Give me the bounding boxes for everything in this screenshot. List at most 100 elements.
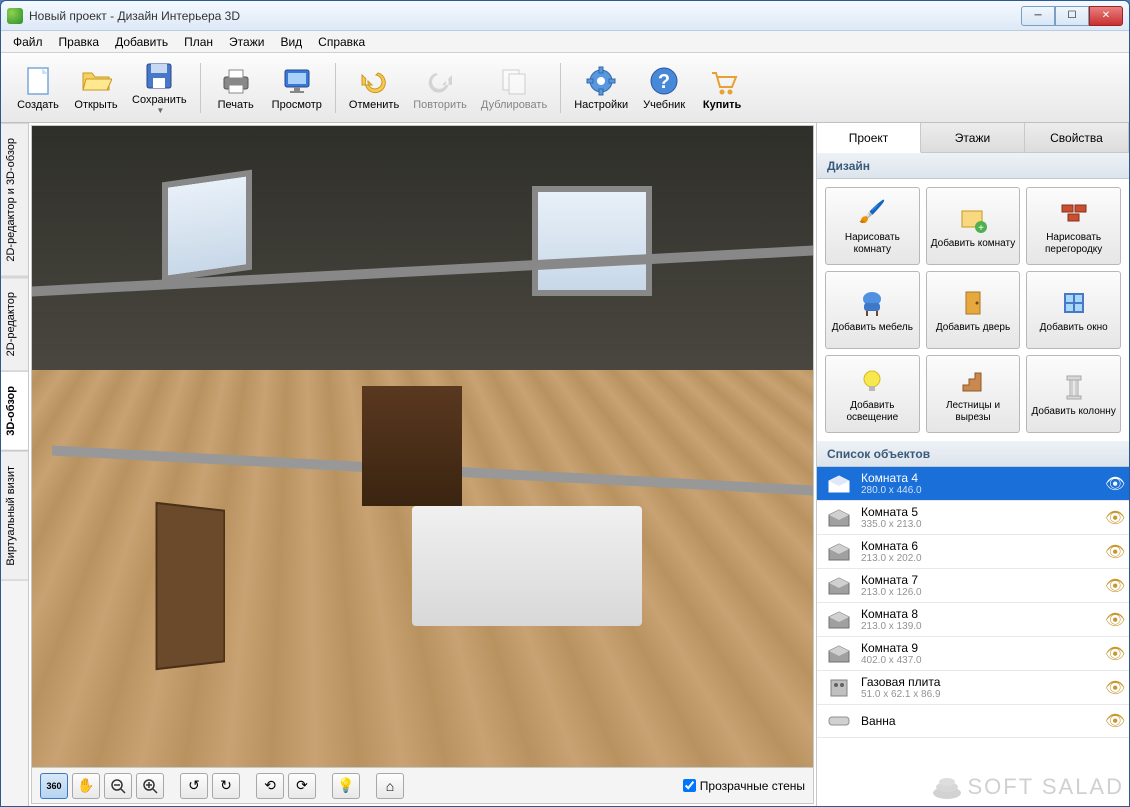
object-list-item[interactable]: Комната 4 280.0 x 446.0 👁 — [817, 467, 1129, 501]
object-list-item[interactable]: Комната 5 335.0 x 213.0 👁 — [817, 501, 1129, 535]
vp-tilt-right-button[interactable]: ⟳ — [288, 773, 316, 799]
tab-project[interactable]: Проект — [817, 123, 921, 153]
vp-tilt-left-button[interactable]: ⟲ — [256, 773, 284, 799]
vp-home-button[interactable]: ⌂ — [376, 773, 404, 799]
vtab-combined[interactable]: 2D-редактор и 3D-обзор — [1, 123, 28, 277]
room-add-icon: + — [957, 203, 989, 235]
maximize-button[interactable]: ☐ — [1055, 6, 1089, 26]
label: Добавить дверь — [936, 322, 1010, 334]
object-list-item[interactable]: Газовая плита 51.0 x 62.1 x 86.9 👁 — [817, 671, 1129, 705]
vtab-3d-view[interactable]: 3D-обзор — [1, 371, 28, 451]
visibility-eye-icon[interactable]: 👁 — [1105, 610, 1121, 630]
object-name: Комната 5 — [861, 505, 1105, 519]
object-icon — [825, 608, 853, 632]
door-icon — [957, 287, 989, 319]
vp-light-button[interactable]: 💡 — [332, 773, 360, 799]
add-lighting-button[interactable]: Добавить освещение — [825, 355, 920, 433]
vp-rotate-ccw-button[interactable]: ↺ — [180, 773, 208, 799]
visibility-eye-icon[interactable]: 👁 — [1105, 542, 1121, 562]
brush-icon: 🖌️ — [856, 197, 888, 229]
visibility-eye-icon[interactable]: 👁 — [1105, 508, 1121, 528]
draw-room-button[interactable]: 🖌️Нарисовать комнату — [825, 187, 920, 265]
menu-help[interactable]: Справка — [310, 33, 373, 51]
visibility-eye-icon[interactable]: 👁 — [1105, 474, 1121, 494]
vp-zoom-out-button[interactable] — [104, 773, 132, 799]
add-door-button[interactable]: Добавить дверь — [926, 271, 1021, 349]
object-name: Комната 8 — [861, 607, 1105, 621]
visibility-eye-icon[interactable]: 👁 — [1105, 576, 1121, 596]
vp-zoom-in-button[interactable] — [136, 773, 164, 799]
visibility-eye-icon[interactable]: 👁 — [1105, 711, 1121, 731]
help-icon: ? — [648, 65, 680, 97]
visibility-eye-icon[interactable]: 👁 — [1105, 678, 1121, 698]
buy-button[interactable]: Купить — [693, 58, 751, 118]
save-icon — [143, 60, 175, 92]
object-name: Комната 7 — [861, 573, 1105, 587]
print-button[interactable]: Печать — [207, 58, 265, 118]
menu-add[interactable]: Добавить — [107, 33, 176, 51]
vtabs-spacer — [1, 580, 28, 806]
toolbar-separator — [200, 63, 201, 113]
duplicate-icon — [498, 65, 530, 97]
3d-viewport[interactable] — [32, 126, 813, 767]
brick-icon — [1058, 197, 1090, 229]
label: Добавить колонну — [1031, 406, 1115, 418]
vp-rotate-cw-button[interactable]: ↻ — [212, 773, 240, 799]
buy-label: Купить — [703, 99, 741, 111]
menu-edit[interactable]: Правка — [51, 33, 108, 51]
menu-view[interactable]: Вид — [272, 33, 310, 51]
redo-button[interactable]: Повторить — [406, 58, 474, 118]
add-room-button[interactable]: +Добавить комнату — [926, 187, 1021, 265]
minimize-button[interactable]: ─ — [1021, 6, 1055, 26]
duplicate-button[interactable]: Дублировать — [474, 58, 554, 118]
open-button[interactable]: Открыть — [67, 58, 125, 118]
save-dropdown-icon[interactable]: ▼ — [156, 106, 164, 115]
visibility-eye-icon[interactable]: 👁 — [1105, 644, 1121, 664]
main-body: 2D-редактор и 3D-обзор 2D-редактор 3D-об… — [1, 123, 1129, 806]
object-icon — [825, 506, 853, 530]
object-icon — [825, 642, 853, 666]
menu-plan[interactable]: План — [176, 33, 221, 51]
settings-button[interactable]: Настройки — [567, 58, 635, 118]
object-dimensions: 335.0 x 213.0 — [861, 519, 1105, 530]
preview-button[interactable]: Просмотр — [265, 58, 329, 118]
object-list-item[interactable]: Ванна 👁 — [817, 705, 1129, 738]
vtab-2d-editor[interactable]: 2D-редактор — [1, 277, 28, 371]
add-window-button[interactable]: Добавить окно — [1026, 271, 1121, 349]
save-button[interactable]: Сохранить▼ — [125, 58, 194, 118]
object-list-scroll[interactable]: Комната 4 280.0 x 446.0 👁 Комната 5 335.… — [817, 467, 1129, 806]
close-button[interactable]: ✕ — [1089, 6, 1123, 26]
vp-door — [156, 502, 225, 670]
object-text: Комната 4 280.0 x 446.0 — [861, 471, 1105, 496]
tab-floors[interactable]: Этажи — [921, 123, 1025, 152]
save-label: Сохранить — [132, 94, 187, 106]
object-name: Комната 9 — [861, 641, 1105, 655]
create-button[interactable]: Создать — [9, 58, 67, 118]
vp-360-button[interactable]: 360 — [40, 773, 68, 799]
cart-icon — [706, 65, 738, 97]
add-furniture-button[interactable]: Добавить мебель — [825, 271, 920, 349]
object-dimensions: 213.0 x 139.0 — [861, 621, 1105, 632]
stairs-button[interactable]: Лестницы и вырезы — [926, 355, 1021, 433]
add-column-button[interactable]: Добавить колонну — [1026, 355, 1121, 433]
object-list-item[interactable]: Комната 7 213.0 x 126.0 👁 — [817, 569, 1129, 603]
tab-properties[interactable]: Свойства — [1025, 123, 1129, 152]
menu-floors[interactable]: Этажи — [221, 33, 272, 51]
object-list-item[interactable]: Комната 9 402.0 x 437.0 👁 — [817, 637, 1129, 671]
draw-partition-button[interactable]: Нарисовать перегородку — [1026, 187, 1121, 265]
vp-pan-button[interactable]: ✋ — [72, 773, 100, 799]
viewport-container: 360 ✋ ↺ ↻ ⟲ ⟳ 💡 ⌂ Прозрачные стены — [31, 125, 814, 804]
label: Нарисовать перегородку — [1029, 232, 1118, 256]
menu-file[interactable]: Файл — [5, 33, 51, 51]
tutorial-button[interactable]: ? Учебник — [635, 58, 693, 118]
tutorial-label: Учебник — [643, 99, 685, 111]
bulb-icon — [856, 365, 888, 397]
window-icon — [1058, 287, 1090, 319]
vtab-virtual-visit[interactable]: Виртуальный визит — [1, 451, 28, 581]
object-dimensions: 213.0 x 202.0 — [861, 553, 1105, 564]
transparent-walls-checkbox[interactable]: Прозрачные стены — [683, 779, 805, 793]
object-list-item[interactable]: Комната 8 213.0 x 139.0 👁 — [817, 603, 1129, 637]
undo-button[interactable]: Отменить — [342, 58, 406, 118]
transparent-walls-input[interactable] — [683, 779, 696, 792]
object-list-item[interactable]: Комната 6 213.0 x 202.0 👁 — [817, 535, 1129, 569]
